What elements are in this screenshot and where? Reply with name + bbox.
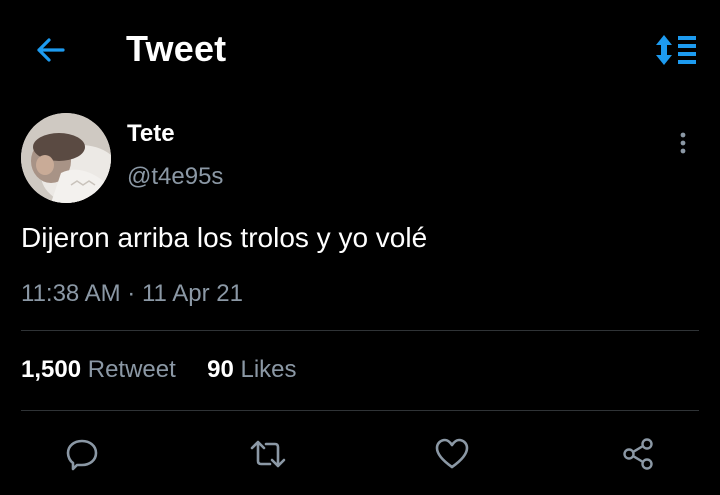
author-display-name[interactable]: Tete [127, 120, 175, 148]
tweet-stats: 1,500 Retweet 90 Likes [21, 356, 297, 384]
share-icon [623, 438, 653, 470]
retweets-count: 1,500 [21, 356, 82, 383]
tweet-time[interactable]: 11:38 AM [21, 280, 121, 307]
reply-icon [66, 439, 98, 471]
tweet-date[interactable]: 11 Apr 21 [142, 280, 243, 307]
like-button[interactable] [430, 432, 474, 476]
retweet-button[interactable] [246, 432, 290, 476]
like-icon [435, 438, 469, 469]
divider [21, 410, 699, 411]
avatar-image [21, 113, 111, 203]
tweet-text: Dijeron arriba los trolos y yo volé [21, 222, 428, 253]
divider [21, 330, 699, 331]
likes-count: 90 [207, 356, 234, 383]
sort-button[interactable] [652, 32, 700, 68]
retweets-stat[interactable]: 1,500 Retweet [21, 356, 182, 383]
page-title: Tweet [126, 28, 227, 69]
sort-arrows-icon [656, 35, 696, 65]
tweet-actions [0, 432, 720, 476]
share-button[interactable] [616, 432, 660, 476]
reply-button[interactable] [60, 432, 104, 476]
likes-label: Likes [240, 356, 297, 383]
avatar[interactable] [21, 113, 111, 203]
tweet-timestamp: 11:38 AM · 11 Apr 21 [21, 280, 243, 308]
likes-stat[interactable]: 90 Likes [200, 356, 296, 383]
retweets-label: Retweet [87, 356, 176, 383]
author-handle[interactable]: @t4e95s [127, 163, 223, 191]
more-options-button[interactable] [668, 128, 698, 158]
retweet-icon [250, 440, 286, 468]
meta-separator: · [120, 280, 142, 307]
back-button[interactable] [30, 32, 70, 68]
arrow-left-icon [37, 38, 65, 62]
more-vertical-icon [680, 132, 686, 154]
top-bar: Tweet [0, 0, 720, 100]
